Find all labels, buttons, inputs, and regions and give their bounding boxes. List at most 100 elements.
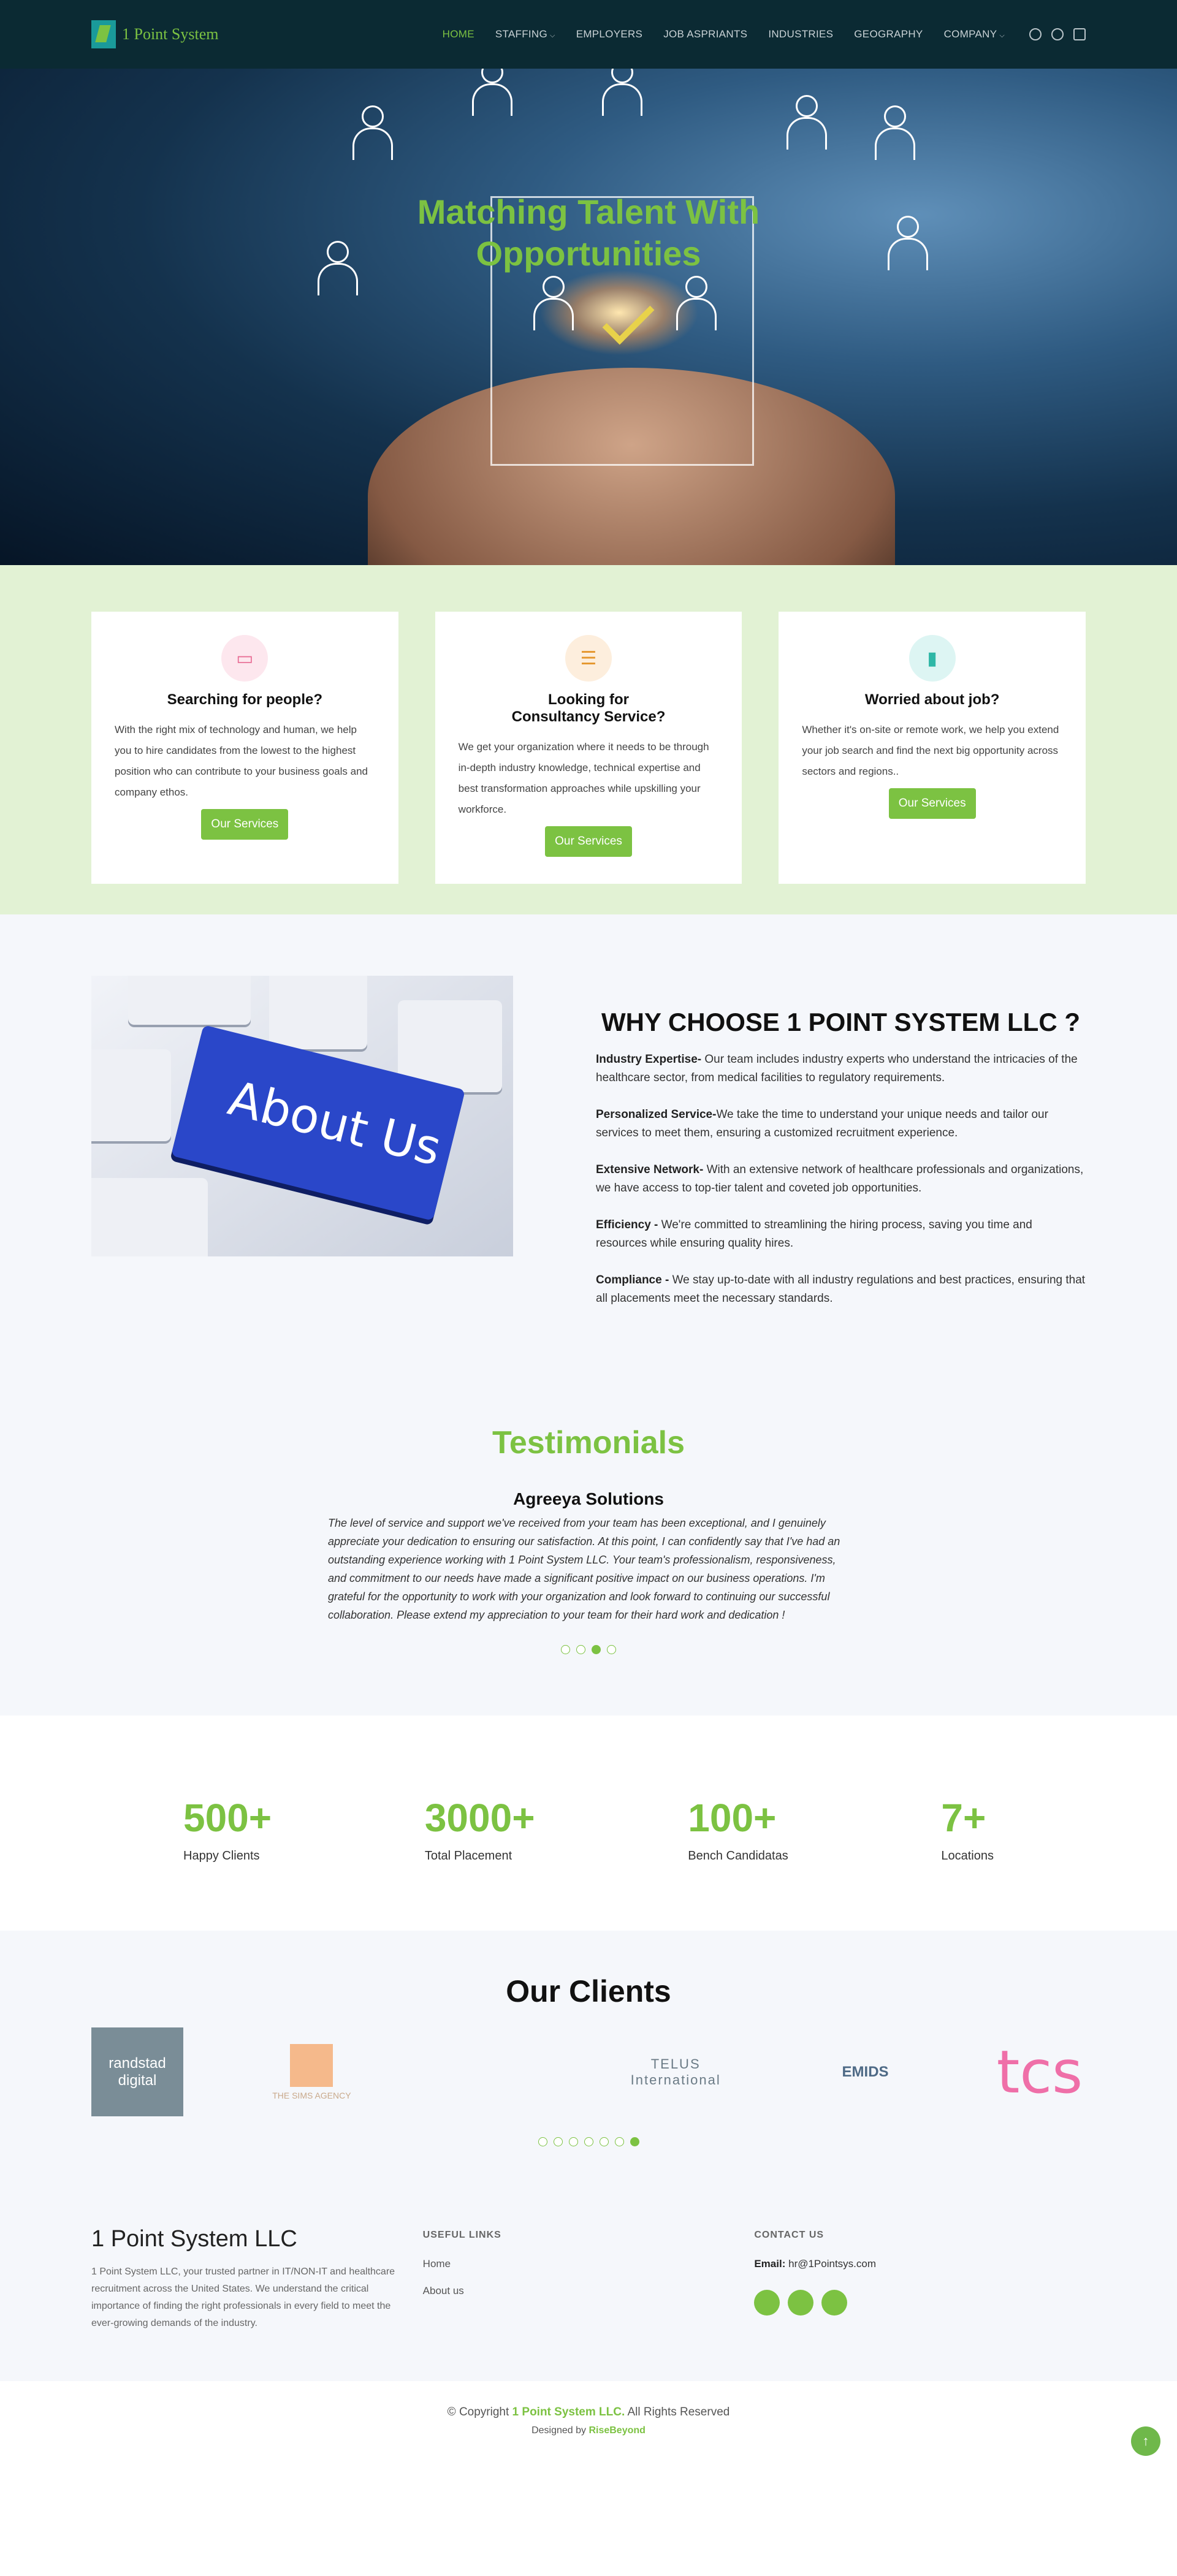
designed-by: Designed by RiseBeyond bbox=[0, 2422, 1177, 2440]
service-card: ▭ Searching for people? With the right m… bbox=[91, 612, 398, 884]
hero-title: Matching Talent With Opportunities bbox=[417, 192, 760, 273]
stat-item: 100+ Bench Candidatas bbox=[688, 1795, 788, 1863]
header-social bbox=[1029, 28, 1086, 40]
pagination-dot[interactable] bbox=[584, 2137, 593, 2146]
keyboard-key bbox=[91, 1178, 208, 1256]
facebook-icon[interactable] bbox=[1029, 28, 1042, 40]
our-services-button[interactable]: Our Services bbox=[201, 809, 289, 840]
pagination-dot[interactable] bbox=[538, 2137, 547, 2146]
testimonial-quote: The level of service and support we've r… bbox=[328, 1517, 840, 1621]
nav-company[interactable]: COMPANY ⌵ bbox=[944, 28, 1005, 40]
useful-links-title: USEFUL LINKS bbox=[422, 2230, 501, 2240]
client-logo-sims: THE SIMS AGENCY bbox=[265, 2027, 357, 2116]
person-icon bbox=[885, 216, 928, 271]
pagination-dot[interactable] bbox=[630, 2137, 639, 2146]
hero-banner: Matching Talent With Opportunities bbox=[0, 0, 1177, 565]
pagination-dot[interactable] bbox=[592, 1645, 601, 1654]
testimonials-title: Testimonials bbox=[492, 1425, 685, 1461]
keyboard-key bbox=[269, 976, 367, 1049]
testimonial-pagination bbox=[0, 1645, 1177, 1654]
nav-industries[interactable]: INDUSTRIES bbox=[768, 28, 833, 40]
nav-geography[interactable]: GEOGRAPHY bbox=[854, 28, 923, 40]
chevron-down-icon: ⌵ bbox=[999, 32, 1005, 39]
pagination-dot[interactable] bbox=[614, 2137, 624, 2146]
pagination-dot[interactable] bbox=[553, 2137, 563, 2146]
pagination-dot[interactable] bbox=[599, 2137, 609, 2146]
linkedin-icon[interactable] bbox=[1073, 28, 1086, 40]
client-logo-text: tcs bbox=[996, 2037, 1083, 2107]
client-logo-text: THE SIMS AGENCY bbox=[272, 2090, 351, 2100]
services-section: ▭ Searching for people? With the right m… bbox=[0, 565, 1177, 914]
logo-icon bbox=[91, 20, 116, 48]
pagination-dot[interactable] bbox=[561, 1645, 570, 1654]
pagination-dot[interactable] bbox=[576, 1645, 585, 1654]
site-header: 1 Point System HOME STAFFING ⌵ EMPLOYERS … bbox=[0, 0, 1177, 69]
linkedin-icon[interactable] bbox=[821, 2290, 848, 2316]
why-item: Extensive Network- With an extensive net… bbox=[596, 1161, 1086, 1198]
card-title: Searching for people? bbox=[167, 691, 323, 708]
client-logo-carousel: randstad digital THE SIMS AGENCY TELUS I… bbox=[91, 2027, 1086, 2116]
client-logo-emids: EMIDS bbox=[820, 2027, 912, 2116]
checklist-icon: ☰ bbox=[565, 635, 612, 682]
why-item-text: We stay up-to-date with all industry reg… bbox=[596, 1274, 1086, 1305]
back-to-top-button[interactable]: ↑ bbox=[1131, 2426, 1160, 2456]
person-icon bbox=[673, 276, 717, 331]
client-logo-text: randstad digital bbox=[109, 2054, 166, 2089]
client-logo-telus: TELUS International bbox=[614, 2027, 737, 2116]
why-item-head: Compliance - bbox=[596, 1274, 669, 1286]
brand-logo[interactable]: 1 Point System bbox=[91, 20, 218, 48]
instagram-icon[interactable] bbox=[788, 2290, 814, 2316]
keyboard-key bbox=[91, 1049, 171, 1141]
copyright-company[interactable]: 1 Point System LLC. bbox=[512, 2406, 625, 2418]
nav-staffing-label: STAFFING bbox=[495, 28, 548, 40]
our-services-button[interactable]: Our Services bbox=[545, 826, 632, 857]
stat-number: 3000+ bbox=[424, 1796, 535, 1840]
testimonials-section: Testimonials Agreeya Solutions The level… bbox=[0, 1381, 1177, 1715]
client-logo-blank bbox=[440, 2027, 532, 2116]
why-item-head: Industry Expertise- bbox=[596, 1053, 702, 1066]
why-item-text: We're committed to streamlining the hiri… bbox=[596, 1218, 1032, 1250]
designer-link[interactable]: RiseBeyond bbox=[588, 2425, 645, 2436]
main-nav: HOME STAFFING ⌵ EMPLOYERS JOB ASPRIANTS I… bbox=[443, 28, 1005, 40]
person-icon bbox=[872, 105, 915, 161]
stat-item: 3000+ Total Placement bbox=[425, 1795, 535, 1863]
brand-name: 1 Point System bbox=[122, 25, 219, 43]
facebook-icon[interactable] bbox=[754, 2290, 780, 2316]
bar-chart-icon: ▮ bbox=[908, 635, 956, 682]
sims-mark bbox=[290, 2043, 333, 2087]
nav-home[interactable]: HOME bbox=[443, 28, 474, 40]
why-item: Industry Expertise- Our team includes in… bbox=[596, 1051, 1086, 1087]
pagination-dot[interactable] bbox=[568, 2137, 578, 2146]
stat-number: 100+ bbox=[688, 1796, 777, 1840]
about-us-key-label: About Us bbox=[223, 1071, 447, 1177]
stat-label: Locations bbox=[941, 1849, 994, 1863]
keyboard-key bbox=[128, 976, 251, 1025]
email-link[interactable]: hr@1Pointsys.com bbox=[788, 2258, 876, 2270]
clients-title: Our Clients bbox=[506, 1974, 671, 2008]
why-title: WHY CHOOSE 1 POINT SYSTEM LLC ? bbox=[601, 1008, 1080, 1036]
contact-title: CONTACT US bbox=[754, 2230, 825, 2240]
our-services-button[interactable]: Our Services bbox=[888, 788, 976, 819]
about-us-image: About Us bbox=[91, 976, 513, 1256]
service-card: ☰ Looking for Consultancy Service? We ge… bbox=[435, 612, 742, 884]
card-text: We get your organization where it needs … bbox=[458, 741, 709, 815]
service-card: ▮ Worried about job? Whether it's on-sit… bbox=[779, 612, 1086, 884]
nav-job-aspirants[interactable]: JOB ASPRIANTS bbox=[663, 28, 747, 40]
why-item: Personalized Service-We take the time to… bbox=[596, 1106, 1086, 1142]
footer-link-about[interactable]: About us bbox=[423, 2285, 755, 2297]
why-choose-section: About Us WHY CHOOSE 1 POINT SYSTEM LLC ?… bbox=[0, 914, 1177, 1381]
client-logo-text: EMIDS bbox=[842, 2063, 889, 2080]
footer-social bbox=[754, 2290, 1086, 2316]
card-text: With the right mix of technology and hum… bbox=[115, 724, 368, 798]
contact-email: Email: hr@1Pointsys.com bbox=[754, 2258, 1086, 2270]
footer-link-home[interactable]: Home bbox=[423, 2258, 755, 2270]
person-icon bbox=[599, 61, 642, 116]
nav-employers[interactable]: EMPLOYERS bbox=[576, 28, 643, 40]
stat-number: 500+ bbox=[183, 1796, 272, 1840]
chevron-down-icon: ⌵ bbox=[550, 32, 555, 39]
instagram-icon[interactable] bbox=[1051, 28, 1064, 40]
nav-company-label: COMPANY bbox=[943, 28, 997, 40]
pagination-dot[interactable] bbox=[607, 1645, 616, 1654]
stats-section: 500+ Happy Clients 3000+ Total Placement 1… bbox=[0, 1715, 1177, 1931]
nav-staffing[interactable]: STAFFING ⌵ bbox=[495, 28, 555, 40]
